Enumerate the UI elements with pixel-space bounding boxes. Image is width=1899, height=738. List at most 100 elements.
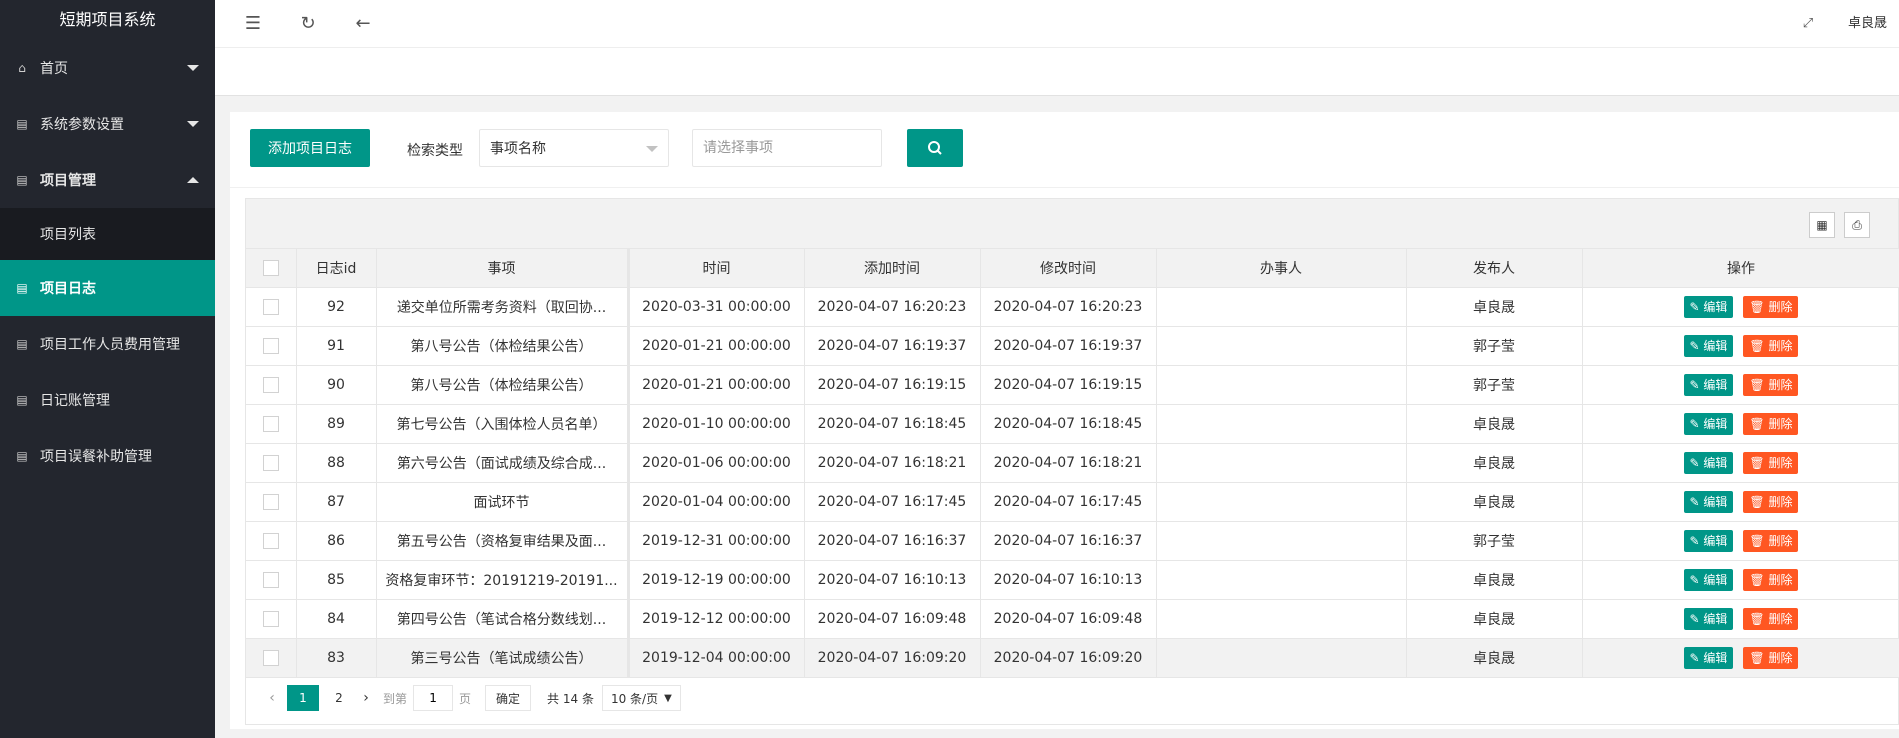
cell-handler (1156, 365, 1407, 405)
cell-actions: ✎ 编辑 🗑 删除 (1582, 482, 1899, 522)
select-all-checkbox[interactable] (262, 259, 279, 276)
checkbox-cell[interactable] (246, 365, 297, 405)
menu-collapse-icon[interactable]: ☰ (240, 10, 266, 36)
delete-button[interactable]: 🗑 删除 (1743, 334, 1799, 357)
table-row[interactable]: 92 递交单位所需考务资料（取回协... 2020-03-31 00:00:00 20… (246, 287, 1899, 327)
sidebar-item-journal[interactable]: ▤ 日记账管理 (0, 372, 215, 428)
edit-button[interactable]: ✎ 编辑 (1683, 568, 1734, 591)
delete-button[interactable]: 🗑 删除 (1743, 490, 1799, 513)
search-type-select[interactable]: 事项名称 (479, 129, 669, 167)
row-checkbox[interactable] (262, 571, 279, 588)
user-name[interactable]: 卓良晟 (1848, 12, 1887, 31)
page-current[interactable]: 1 (287, 685, 319, 711)
cell-handler (1156, 404, 1407, 444)
cell-actions: ✎ 编辑 🗑 删除 (1582, 521, 1899, 561)
goto-confirm-button[interactable]: 确定 (485, 685, 532, 711)
table-row[interactable]: 91 第八号公告（体检结果公告） 2020-01-21 00:00:00 2020-0… (246, 326, 1899, 366)
table-row[interactable]: 86 第五号公告（资格复审结果及面... 2019-12-31 00:00:00 20… (246, 521, 1899, 561)
checkbox-cell[interactable] (246, 326, 297, 366)
sidebar-item-meal-allowance[interactable]: ▤ 项目误餐补助管理 (0, 428, 215, 484)
checkbox-cell[interactable] (246, 443, 297, 483)
table-toolbar: ▦ ⎙ (246, 199, 1898, 249)
edit-button[interactable]: ✎ 编辑 (1683, 334, 1734, 357)
row-checkbox[interactable] (262, 610, 279, 627)
row-checkbox[interactable] (262, 376, 279, 393)
delete-label: 删除 (1768, 650, 1793, 665)
page-2[interactable]: 2 (323, 685, 355, 711)
page-size-select[interactable]: 10 条/页 ▼ (601, 685, 681, 711)
delete-button[interactable]: 🗑 删除 (1743, 295, 1799, 318)
sidebar-item-project-list[interactable]: 项目列表 (0, 208, 215, 260)
select-all-cell[interactable] (246, 249, 297, 288)
table-row[interactable]: 85 资格复审环节：20191219-20191... 2019-12-19 00:… (246, 560, 1899, 600)
table-row[interactable]: 90 第八号公告（体检结果公告） 2020-01-21 00:00:00 2020-0… (246, 365, 1899, 405)
row-checkbox[interactable] (262, 337, 279, 354)
column-header[interactable]: 发布人 (1406, 249, 1583, 288)
cell-modified-time: 2020-04-07 16:16:37 (980, 521, 1157, 561)
checkbox-cell[interactable] (246, 482, 297, 522)
table-row[interactable]: 84 第四号公告（笔试合格分数线划... 2019-12-12 00:00:00 20… (246, 599, 1899, 639)
edit-button[interactable]: ✎ 编辑 (1683, 646, 1734, 669)
table-row[interactable]: 87 面试环节 2020-01-04 00:00:00 2020-04-07 16:1… (246, 482, 1899, 522)
cell-time: 2020-01-21 00:00:00 (628, 326, 805, 366)
column-header[interactable]: 添加时间 (804, 249, 981, 288)
sidebar-item-project-management[interactable]: ▤ 项目管理 (0, 152, 215, 208)
checkbox-cell[interactable] (246, 521, 297, 561)
delete-button[interactable]: 🗑 删除 (1743, 373, 1799, 396)
print-icon[interactable]: ⎙ (1844, 212, 1870, 238)
delete-button[interactable]: 🗑 删除 (1743, 607, 1799, 630)
sidebar-item-project-log[interactable]: ▤ 项目日志 (0, 260, 215, 316)
delete-label: 删除 (1768, 455, 1793, 470)
next-page-icon[interactable]: › (355, 690, 377, 706)
column-filter-icon[interactable]: ▦ (1809, 212, 1835, 238)
table-row[interactable]: 88 第六号公告（面试成绩及综合成... 2020-01-06 00:00:00 20… (246, 443, 1899, 483)
column-header[interactable]: 事项 (376, 249, 630, 288)
refresh-icon[interactable]: ↻ (295, 10, 321, 36)
sidebar-item-label: 日记账管理 (40, 393, 110, 409)
search-input[interactable] (692, 129, 882, 167)
checkbox-cell[interactable] (246, 599, 297, 639)
sidebar-item-label: 首页 (40, 61, 68, 77)
sidebar-item-staff-cost[interactable]: ▤ 项目工作人员费用管理 (0, 316, 215, 372)
row-checkbox[interactable] (262, 649, 279, 666)
cell-time: 2019-12-19 00:00:00 (628, 560, 805, 600)
prev-page-icon[interactable]: ‹ (261, 690, 283, 706)
column-header[interactable]: 办事人 (1156, 249, 1407, 288)
edit-button[interactable]: ✎ 编辑 (1683, 373, 1734, 396)
cell-id: 92 (296, 287, 377, 327)
column-header[interactable]: 日志id (296, 249, 377, 288)
delete-button[interactable]: 🗑 删除 (1743, 568, 1799, 591)
table-row[interactable]: 89 第七号公告（入围体检人员名单） 2020-01-10 00:00:00 2020… (246, 404, 1899, 444)
delete-button[interactable]: 🗑 删除 (1743, 529, 1799, 552)
delete-button[interactable]: 🗑 删除 (1743, 451, 1799, 474)
column-header[interactable]: 时间 (628, 249, 805, 288)
edit-button[interactable]: ✎ 编辑 (1683, 412, 1734, 435)
row-checkbox[interactable] (262, 415, 279, 432)
checkbox-cell[interactable] (246, 404, 297, 444)
sidebar-item-label: 项目误餐补助管理 (40, 449, 152, 465)
delete-button[interactable]: 🗑 删除 (1743, 646, 1799, 669)
sidebar-item-home[interactable]: ⌂ 首页 (0, 40, 215, 96)
delete-button[interactable]: 🗑 删除 (1743, 412, 1799, 435)
row-checkbox[interactable] (262, 298, 279, 315)
edit-button[interactable]: ✎ 编辑 (1683, 607, 1734, 630)
checkbox-cell[interactable] (246, 287, 297, 327)
edit-button[interactable]: ✎ 编辑 (1683, 529, 1734, 552)
sidebar-item-system-settings[interactable]: ▤ 系统参数设置 (0, 96, 215, 152)
goto-page-input[interactable] (413, 685, 454, 711)
back-arrow-icon[interactable]: ← (350, 10, 376, 36)
checkbox-cell[interactable] (246, 560, 297, 600)
edit-button[interactable]: ✎ 编辑 (1683, 490, 1734, 513)
fullscreen-icon[interactable]: ⤢ (1795, 10, 1821, 36)
edit-button[interactable]: ✎ 编辑 (1683, 295, 1734, 318)
row-checkbox[interactable] (262, 454, 279, 471)
column-header[interactable]: 修改时间 (980, 249, 1157, 288)
search-button[interactable] (907, 129, 963, 167)
edit-label: 编辑 (1703, 533, 1728, 548)
delete-label: 删除 (1768, 533, 1793, 548)
row-checkbox[interactable] (262, 493, 279, 510)
edit-label: 编辑 (1703, 299, 1728, 314)
add-project-log-button[interactable]: 添加项目日志 (250, 129, 370, 167)
row-checkbox[interactable] (262, 532, 279, 549)
edit-button[interactable]: ✎ 编辑 (1683, 451, 1734, 474)
